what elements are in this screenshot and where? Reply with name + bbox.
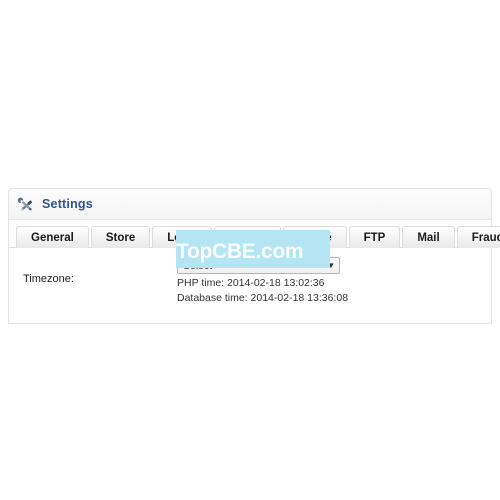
timezone-field: Select ▼ PHP time: 2014-02-18 13:02:36 D…	[177, 257, 491, 304]
tab-list: General Store Local Option Image FTP Mai…	[16, 226, 500, 248]
php-time-text: PHP time: 2014-02-18 13:02:36	[177, 277, 325, 289]
page-title: Settings	[42, 196, 93, 211]
timezone-select-value: Select	[183, 259, 213, 272]
database-time-text: Database time: 2014-02-18 13:36:08	[177, 292, 349, 304]
tab-general-label: General	[31, 232, 74, 244]
timezone-select[interactable]: Select ▼	[177, 257, 340, 274]
settings-form: Timezone: Select ▼ PHP time: 2014-02-18 …	[9, 248, 491, 323]
settings-panel: Settings General Store Local Option Imag…	[8, 188, 500, 324]
tab-option[interactable]: Option	[214, 226, 282, 248]
tab-image-label: Image	[298, 232, 332, 244]
tab-ftp[interactable]: FTP	[348, 226, 401, 248]
tab-store[interactable]: Store	[90, 226, 151, 248]
panel-header: Settings	[9, 189, 491, 220]
timezone-row: Timezone: Select ▼ PHP time: 2014-02-18 …	[9, 257, 491, 304]
tools-icon	[18, 197, 33, 211]
tab-bar: General Store Local Option Image FTP Mai…	[9, 220, 500, 248]
tab-mail[interactable]: Mail	[402, 226, 455, 248]
tab-store-label: Store	[105, 232, 136, 244]
tab-fraud-label: Fraud	[471, 232, 500, 244]
chevron-down-icon: ▼	[326, 260, 336, 270]
tab-option-label: Option	[229, 232, 267, 244]
tab-local-label: Local	[167, 232, 198, 244]
tab-ftp-label: FTP	[363, 232, 386, 244]
tab-general[interactable]: General	[16, 226, 89, 248]
tab-local[interactable]: Local	[152, 226, 213, 248]
tab-image[interactable]: Image	[283, 226, 347, 248]
tab-mail-label: Mail	[417, 232, 440, 244]
timezone-label: Timezone:	[23, 273, 74, 285]
tab-fraud[interactable]: Fraud	[456, 226, 500, 248]
